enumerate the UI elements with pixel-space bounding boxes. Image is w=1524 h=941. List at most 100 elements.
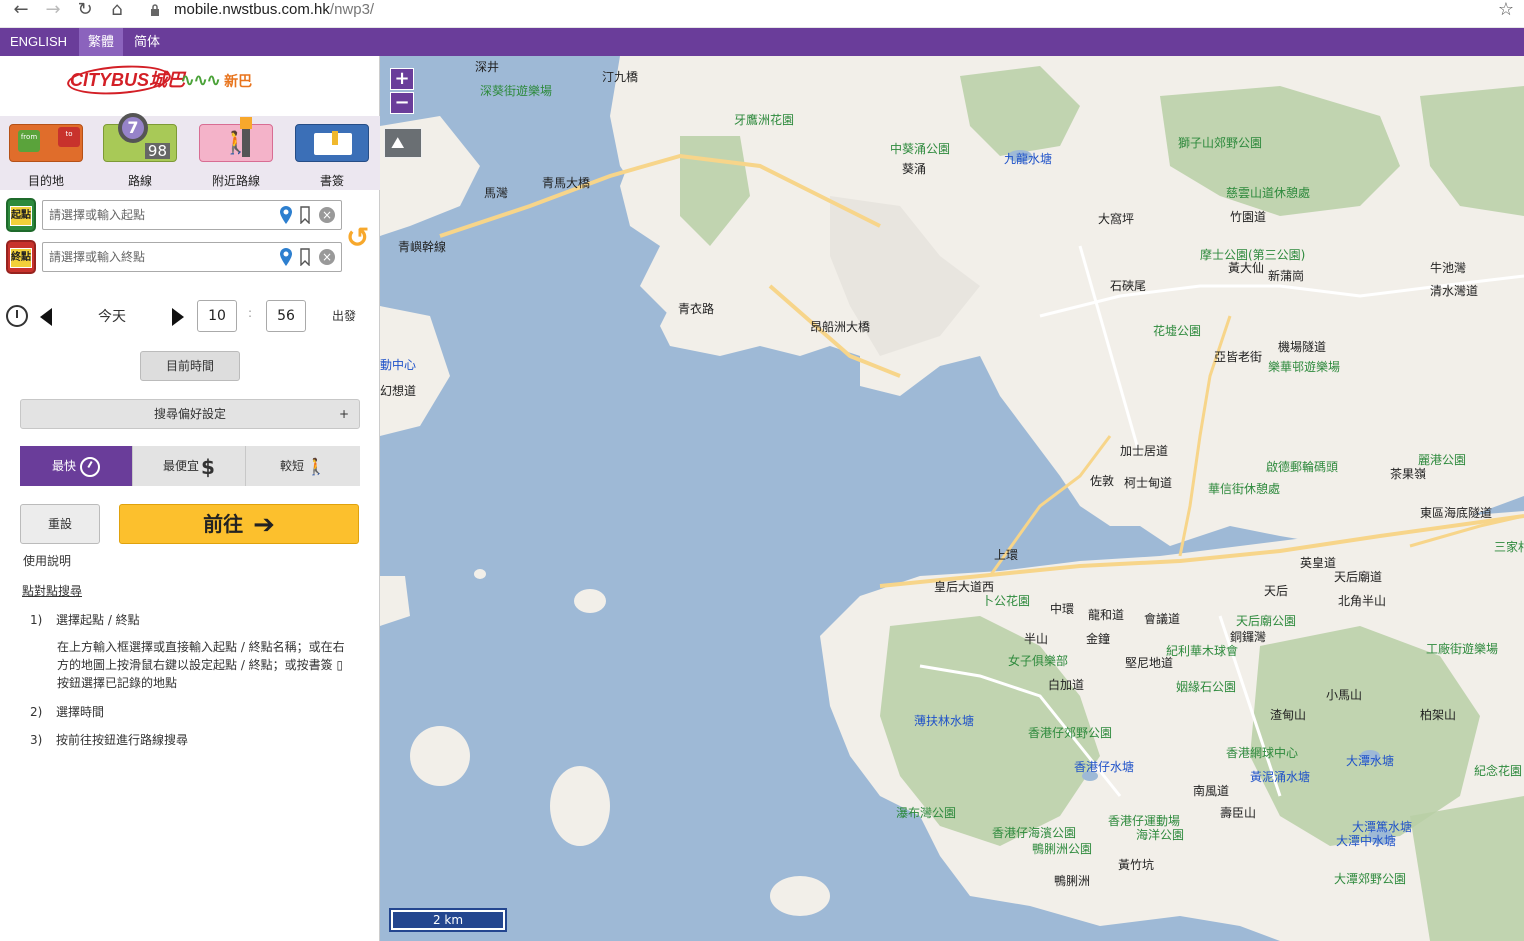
map-label: 渣甸山 — [1270, 708, 1307, 722]
nav-nearby[interactable]: 🚶 附近路線 — [196, 117, 276, 188]
citybus-logo: CITYBUS城巴 — [66, 62, 185, 98]
search-preferences-button[interactable]: 搜尋偏好設定 + — [20, 399, 360, 429]
nav-bookmark[interactable]: 書簽 — [292, 124, 372, 188]
map-label: 金鐘 — [1086, 632, 1111, 646]
map-label: 亞皆老街 — [1214, 350, 1263, 364]
island — [770, 876, 830, 916]
map-pin-icon[interactable] — [280, 206, 292, 224]
help-heading[interactable]: 點對點搜尋 — [22, 582, 82, 599]
map-label: 青衣路 — [678, 302, 715, 316]
clock-icon — [80, 456, 100, 477]
arrow-right-icon: ➔ — [253, 510, 275, 540]
search-preferences-label: 搜尋偏好設定 — [153, 407, 226, 421]
map-label: 昂船洲大橋 — [810, 320, 871, 334]
sort-options: 最快 最便宜 $ 較短 🚶 — [20, 446, 360, 486]
nav-route[interactable]: 7 98 路線 — [100, 113, 180, 188]
map-label: 動中心 — [380, 358, 417, 372]
address-bar[interactable]: mobile.nwstbus.com.hk/nwp3/ — [174, 0, 374, 22]
search-panel: CITYBUS城巴 ∿∿∿ 新巴 from to 目的地 7 98 路線 🚶 附近路… — [0, 56, 380, 941]
walking-icon: 🚶 — [306, 456, 326, 476]
map-label: 柏架山 — [1420, 708, 1457, 722]
home-icon[interactable]: ⌂ — [104, 0, 130, 22]
url-host: mobile.nwstbus.com.hk — [174, 1, 330, 18]
nav-icon-row: from to 目的地 7 98 路線 🚶 附近路線 書簽 — [0, 113, 380, 190]
map-label: 三家村 — [1494, 540, 1524, 554]
prev-day-icon[interactable] — [40, 308, 52, 326]
map-label: 天后廟公園 — [1236, 614, 1297, 628]
zoom-out-button[interactable]: − — [390, 92, 414, 114]
map-label: 青嶼幹線 — [398, 240, 447, 254]
map-label: 卜公花園 — [982, 594, 1031, 608]
depart-mode[interactable]: 出發 — [332, 307, 356, 324]
map-label: 紀利華木球會 — [1166, 644, 1239, 658]
map-label: 大窩坪 — [1098, 212, 1135, 226]
map-label: 柯士甸道 — [1124, 476, 1173, 490]
reload-icon[interactable]: ↻ — [72, 0, 98, 22]
map-pin-icon[interactable] — [280, 248, 292, 266]
lang-simplified[interactable]: 简体 — [125, 28, 169, 56]
map-label: 北角半山 — [1338, 594, 1387, 608]
map-label: 香港仔郊野公園 — [1028, 726, 1113, 740]
back-icon[interactable]: ← — [8, 0, 34, 22]
sort-shortest-button[interactable]: 較短 🚶 — [246, 446, 360, 486]
firstbus-logo: ∿∿∿ 新巴 — [180, 70, 253, 91]
clear-icon[interactable]: × — [319, 207, 335, 223]
url-path: /nwp3/ — [329, 1, 375, 18]
nav-nearby-label: 附近路線 — [211, 174, 260, 188]
destination-input[interactable] — [42, 242, 342, 272]
island — [550, 766, 610, 846]
map-label: 天后廟道 — [1334, 570, 1383, 584]
map-label: 新蒲崗 — [1268, 269, 1305, 283]
help-link[interactable]: 使用說明 — [23, 552, 71, 569]
sort-cheapest-button[interactable]: 最便宜 $ — [133, 446, 246, 486]
map-label: 石硤尾 — [1110, 279, 1147, 293]
scale-bar: 2 km — [389, 908, 507, 932]
clear-icon[interactable]: × — [319, 249, 335, 265]
go-button[interactable]: 前往 ➔ — [119, 504, 359, 544]
swap-icon[interactable]: ↺ — [346, 224, 372, 252]
next-day-icon[interactable] — [172, 308, 184, 326]
dollar-icon: $ — [201, 454, 215, 479]
help-step: 2) 選擇時間 — [30, 705, 105, 719]
overview-map-button[interactable]: ⛰ — [384, 128, 422, 158]
map-label: 會議道 — [1144, 612, 1181, 626]
bookmark-icon[interactable] — [300, 206, 310, 224]
nav-destination[interactable]: from to 目的地 — [6, 124, 86, 188]
lang-english[interactable]: ENGLISH — [1, 28, 76, 56]
map-label: 幻想道 — [380, 384, 417, 398]
map-label: 馬灣 — [484, 186, 509, 200]
current-time-button[interactable]: 目前時間 — [140, 351, 240, 381]
map-label: 獅子山郊野公園 — [1178, 136, 1263, 150]
bookmark-star-icon[interactable]: ☆ — [1498, 0, 1514, 20]
nearby-stop-icon: 🚶 — [199, 117, 273, 162]
map-label: 大潭郊野公園 — [1334, 872, 1407, 886]
map-view[interactable]: 深井 深葵街遊樂場 汀九橋 青馬大橋 馬灣 青嶼幹線 牙鷹洲花園 青衣路 昂船洲大橋 中葵涌公園葵… — [380, 56, 1524, 941]
map-label: 大潭中水塘 — [1336, 834, 1397, 848]
minute-input[interactable]: 56 — [266, 300, 306, 332]
book-icon — [295, 124, 369, 162]
map-label: 上環 — [994, 548, 1019, 562]
map-label: 青馬大橋 — [542, 176, 591, 190]
map-label: 薄扶林水塘 — [914, 714, 975, 728]
map-label: 銅鑼灣 — [1230, 630, 1267, 644]
forward-icon[interactable]: → — [40, 0, 66, 22]
origin-input[interactable] — [42, 200, 342, 230]
map-label: 樂華邨遊樂場 — [1268, 360, 1341, 374]
day-label: 今天 — [98, 309, 126, 325]
map-label: 牙鷹洲花園 — [734, 113, 795, 127]
lang-traditional[interactable]: 繁體 — [79, 28, 124, 56]
hill — [1410, 796, 1524, 941]
nav-route-label: 路線 — [127, 174, 152, 188]
reset-button[interactable]: 重設 — [20, 504, 100, 544]
map-label: 壽臣山 — [1220, 806, 1257, 820]
bookmark-icon[interactable] — [300, 248, 310, 266]
zoom-in-button[interactable]: + — [390, 68, 414, 90]
hour-input[interactable]: 10 — [197, 300, 237, 332]
map-label: 黃竹坑 — [1118, 858, 1155, 872]
map-label: 慈雲山道休憩處 — [1226, 186, 1311, 200]
clock-icon — [6, 305, 28, 327]
map-label: 清水灣道 — [1430, 284, 1479, 298]
map-label: 花墟公園 — [1153, 324, 1202, 338]
help-step: 1) 選擇起點 / 終點 — [30, 613, 140, 627]
sort-fastest-button[interactable]: 最快 — [20, 446, 133, 486]
